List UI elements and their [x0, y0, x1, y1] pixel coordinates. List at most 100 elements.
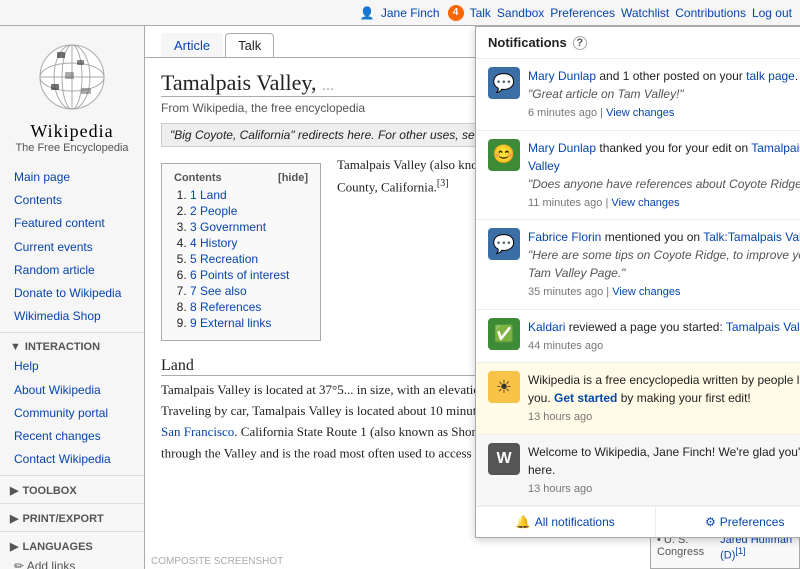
- sidebar: Wikipedia The Free Encyclopedia Main pag…: [0, 26, 145, 569]
- sidebar-item-help[interactable]: Help: [0, 355, 144, 378]
- view-changes-link[interactable]: View changes: [612, 286, 680, 298]
- notif-body-1: Mary Dunlap and 1 other posted on your t…: [528, 67, 800, 122]
- contents-link-7[interactable]: 7 See also: [190, 284, 247, 298]
- sidebar-item-community[interactable]: Community portal: [0, 402, 144, 425]
- notif-user-link[interactable]: Kaldari: [528, 320, 565, 334]
- notification-footer: 🔔 All notifications ⚙ Preferences: [476, 506, 800, 537]
- sidebar-item-current[interactable]: Current events: [0, 236, 144, 259]
- notif-body-6: Welcome to Wikipedia, Jane Finch! We're …: [528, 443, 800, 498]
- notif-body-4: Kaldari reviewed a page you started: Tam…: [528, 318, 800, 355]
- contents-item: 5 Recreation: [190, 252, 308, 266]
- contents-item: 3 Government: [190, 220, 308, 234]
- notification-panel: Notifications ? 💬 Mary Dunlap and 1 othe…: [475, 26, 800, 538]
- contents-item: 6 Points of interest: [190, 268, 308, 282]
- sf-link[interactable]: San Francisco: [161, 424, 234, 439]
- contents-link-4[interactable]: 4 History: [190, 236, 237, 250]
- notification-item: W Welcome to Wikipedia, Jane Finch! We'r…: [476, 435, 800, 507]
- contents-item: 7 See also: [190, 284, 308, 298]
- content-area: Article Talk 🔍 Tamalpais Valley, ... Fro…: [145, 26, 800, 569]
- sidebar-item-contents[interactable]: Contents: [0, 189, 144, 212]
- sandbox-link[interactable]: Sandbox: [497, 6, 544, 20]
- sidebar-item-featured[interactable]: Featured content: [0, 212, 144, 235]
- notification-item: 💬 Fabrice Florin mentioned you on Talk:T…: [476, 220, 800, 310]
- notif-body-2: Mary Dunlap thanked you for your edit on…: [528, 139, 800, 212]
- contents-link-8[interactable]: 8 References: [190, 300, 261, 314]
- sidebar-item-shop[interactable]: Wikimedia Shop: [0, 305, 144, 328]
- sidebar-item-donate[interactable]: Donate to Wikipedia: [0, 282, 144, 305]
- watchlist-link[interactable]: Watchlist: [621, 6, 669, 20]
- notification-item: ☀ Wikipedia is a free encyclopedia writt…: [476, 363, 800, 435]
- all-notifications-btn[interactable]: 🔔 All notifications: [476, 507, 656, 537]
- arrow-icon: ▶: [10, 540, 18, 553]
- preferences-label: Preferences: [720, 515, 785, 529]
- preferences-link[interactable]: Preferences: [550, 6, 615, 20]
- contents-list: 1 Land 2 People 3 Government 4 History 5…: [174, 188, 308, 330]
- sidebar-item-contact[interactable]: Contact Wikipedia: [0, 448, 144, 471]
- contents-box: Contents [hide] 1 Land 2 People 3 Govern…: [161, 163, 321, 341]
- notif-icon-talk: 💬: [488, 67, 520, 99]
- talk-link[interactable]: Talk:Tamalpais Valley: [703, 230, 800, 244]
- article-link[interactable]: Tamalpais Valley: [726, 320, 800, 334]
- notif-body-5: Wikipedia is a free encyclopedia written…: [528, 371, 800, 426]
- govt-row: • U. S. Congress Jared Huffman (D)[1]: [657, 534, 793, 562]
- contents-link-9[interactable]: 9 External links: [190, 316, 271, 330]
- contributions-link[interactable]: Contributions: [675, 6, 746, 20]
- notif-icon-mention: 💬: [488, 228, 520, 260]
- contents-link-1[interactable]: 1 Land: [190, 188, 227, 202]
- contents-link-3[interactable]: 3 Government: [190, 220, 266, 234]
- sidebar-item-random[interactable]: Random article: [0, 259, 144, 282]
- contents-item: 1 Land: [190, 188, 308, 202]
- govt-congress-label: • U. S. Congress: [657, 534, 716, 562]
- user-area: 👤 Jane Finch 4 Talk Sandbox Preferences …: [360, 5, 792, 21]
- wiki-subtitle: The Free Encyclopedia: [4, 142, 140, 154]
- notif-icon-review: ✅: [488, 318, 520, 350]
- contents-hide[interactable]: [hide]: [278, 172, 308, 184]
- contents-item: 8 References: [190, 300, 308, 314]
- username-link[interactable]: Jane Finch: [381, 6, 440, 20]
- contents-item: 2 People: [190, 204, 308, 218]
- notification-badge[interactable]: 4: [448, 5, 464, 21]
- help-icon[interactable]: ?: [573, 36, 587, 50]
- main-layout: Wikipedia The Free Encyclopedia Main pag…: [0, 26, 800, 569]
- toolbox-section-title[interactable]: ▶ Toolbox: [0, 480, 144, 499]
- nav-section: Main page Contents Featured content Curr…: [0, 166, 144, 328]
- govt-congress-link[interactable]: Jared Huffman (D)[1]: [720, 534, 793, 562]
- notif-user-link[interactable]: Fabrice Florin: [528, 230, 601, 244]
- notifications-label: Notifications: [488, 35, 567, 50]
- notification-item: ✅ Kaldari reviewed a page you started: T…: [476, 310, 800, 364]
- arrow-icon: ▶: [10, 512, 18, 525]
- notif-user-link[interactable]: Mary Dunlap: [528, 141, 596, 155]
- contents-link-6[interactable]: 6 Points of interest: [190, 268, 289, 282]
- logout-link[interactable]: Log out: [752, 6, 792, 20]
- redirect-text: "Big Coyote, California" redirects here.…: [170, 128, 485, 142]
- sidebar-item-recent[interactable]: Recent changes: [0, 425, 144, 448]
- notification-header: Notifications ?: [476, 27, 800, 59]
- talk-link[interactable]: Talk: [470, 6, 491, 20]
- wiki-title: Wikipedia: [4, 121, 140, 142]
- preferences-btn[interactable]: ⚙ Preferences: [656, 507, 800, 537]
- sidebar-item-add-links[interactable]: ✏ Add links: [0, 555, 144, 569]
- globe-icon: [4, 42, 140, 121]
- print-section-title[interactable]: ▶ Print/export: [0, 508, 144, 527]
- sidebar-item-about[interactable]: About Wikipedia: [0, 379, 144, 402]
- contents-title: Contents [hide]: [174, 172, 308, 184]
- sidebar-item-main-page[interactable]: Main page: [0, 166, 144, 189]
- tab-talk[interactable]: Talk: [225, 33, 274, 57]
- tab-article[interactable]: Article: [161, 33, 223, 57]
- view-changes-link[interactable]: View changes: [606, 107, 674, 119]
- talk-page-link[interactable]: talk page: [746, 69, 795, 83]
- notification-item: 😊 Mary Dunlap thanked you for your edit …: [476, 131, 800, 221]
- view-changes-link[interactable]: View changes: [611, 197, 679, 209]
- topbar: 👤 Jane Finch 4 Talk Sandbox Preferences …: [0, 0, 800, 26]
- notif-user-link[interactable]: Mary Dunlap: [528, 69, 596, 83]
- contents-link-2[interactable]: 2 People: [190, 204, 237, 218]
- interaction-section-title[interactable]: ▼ Interaction: [0, 337, 144, 355]
- languages-section-title[interactable]: ▶ Languages: [0, 536, 144, 555]
- all-notifications-label: All notifications: [535, 515, 615, 529]
- get-started-link[interactable]: Get started: [554, 391, 617, 405]
- contents-link-5[interactable]: 5 Recreation: [190, 252, 258, 266]
- user-icon: 👤: [360, 6, 375, 20]
- notif-icon-welcome: ☀: [488, 371, 520, 403]
- bell-icon: 🔔: [516, 515, 531, 529]
- notif-icon-w: W: [488, 443, 520, 475]
